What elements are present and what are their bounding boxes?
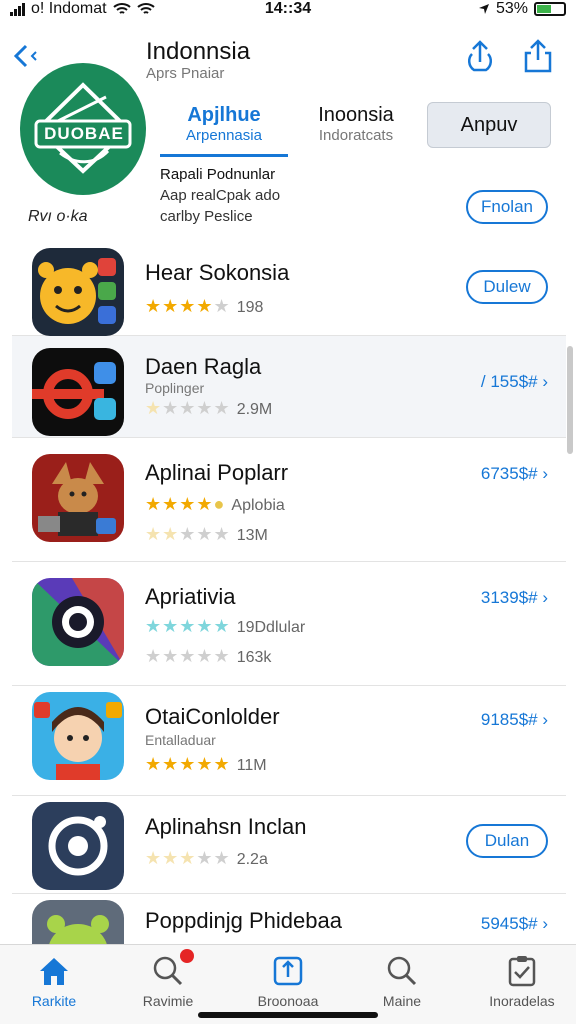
price-link[interactable]: 3139$# › [481,588,548,608]
tabbar-label: Inoradelas [489,993,555,1009]
rating-stars: ★★★★★ 163k [145,646,272,666]
rating-count: 13M [236,527,268,544]
tabbar-label: Broonoaa [257,993,319,1009]
tabbar-label: Ravimie [142,993,194,1009]
get-button[interactable]: Dulan [466,824,548,858]
share-icon [273,956,303,986]
app-logo-text: DUOBAE [44,124,124,143]
rating-stars: ★★★★★ 19Ddlular [145,616,306,636]
app-subtitle: Entalladuar [145,732,216,748]
home-indicator [198,1012,378,1018]
status-bar: o! Indomat 14::34 53% [0,0,576,22]
app-icon [32,802,124,890]
notification-badge [180,949,194,963]
description-line: Rapali Podnunlar [160,166,276,183]
app-subtitle: Poplinger [145,380,205,396]
tabbar-item-ravimie[interactable]: Ravimie [118,949,218,1009]
tab-apps[interactable]: Apjlhue Arpennasia [168,104,280,144]
tabbar-item-rarkite[interactable]: Rarkite [4,953,104,1009]
tab-indonesia[interactable]: Inoonsia Indoratcats [298,104,414,144]
battery-percent: 53% [495,0,528,17]
list-item[interactable]: Apriativia ★★★★★ 19Ddlular ★★★★★ 163k 3139… [12,562,566,686]
app-name: Apriativia [145,584,236,609]
app-list: Hear Sokonsia ★★★★★ 198 Dulew Daen Ragla … [12,236,566,944]
rating-stars: ★★★★★ 13M [145,524,268,544]
app-icon [32,454,124,542]
list-item[interactable]: Aplinahsn Inclan ★★★★★ 2.2a Dulan [12,796,566,894]
rating-stars: ★★★★● Aplobia [145,494,285,514]
section-description: Rapali Podnunlar Aap realCpak ado carlby… [160,164,280,227]
rating-stars: ★★★★★ 198 [145,296,264,316]
rating-stars: ★★★★★ 2.9M [145,398,273,418]
list-item[interactable]: Aplinai Poplarr ★★★★● Aplobia ★★★★★ 13M 67… [12,438,566,562]
wifi-icon [136,3,155,14]
share-icon [468,40,492,72]
rating-count: 2.9M [236,401,273,418]
price-link[interactable]: 9185$# › [481,710,548,730]
rating-count: 2.2a [236,851,268,868]
export-button[interactable] [520,38,556,74]
logo-caption: Rvı o·ka [28,208,88,225]
segment-button[interactable]: Anpuv [427,102,551,148]
app-name: Daen Ragla [145,354,262,379]
rating-count: 163k [236,649,272,666]
app-name: Hear Sokonsia [145,260,290,285]
get-button[interactable]: Dulew [466,270,548,304]
rating-count: 198 [236,299,264,316]
battery-fill [537,5,551,13]
clipboard-icon [508,956,536,987]
app-icon [32,248,124,336]
list-item[interactable]: Daen Ragla Poplinger ★★★★★ 2.9M / 155$# › [12,336,566,438]
follow-button[interactable]: Fnolan [466,190,548,224]
app-icon [32,692,124,780]
tab-sublabel: Arpennasia [186,127,262,144]
carrier-name: o! Indomat [31,0,107,17]
tab-active-indicator [160,154,288,157]
tabbar-item-maine[interactable]: Maine [352,953,452,1009]
tabbar-item-broonoaa[interactable]: Broonoaa [238,953,338,1009]
list-item[interactable]: Poppdinjg Phidebaa 5945$# › [12,894,566,944]
rating-count: 11M [236,757,267,774]
app-name: Aplinai Poplarr [145,460,289,485]
tab-sublabel: Indoratcats [318,127,394,144]
app-name: OtaiConlolder [145,704,280,729]
share-button[interactable] [462,38,498,74]
app-name: Poppdinjg Phidebaa [145,908,342,933]
price-link[interactable]: / 155$# › [481,372,548,392]
price-link[interactable]: 6735$# › [481,464,548,484]
wifi-icon [112,3,131,14]
tab-label: Apjlhue [187,104,261,126]
app-subtitle: 19Ddlular [236,619,306,636]
location-arrow-icon [478,4,489,14]
rating-stars: ★★★★★ 2.2a [145,848,268,868]
search-icon [387,956,417,986]
app-icon [32,348,124,436]
price-link[interactable]: 5945$# › [481,914,548,934]
status-time: 14::34 [264,0,312,17]
rating-stars: ★★★★★ 11M [145,754,267,774]
app-subtitle: Aplobia [231,497,285,514]
app-icon [32,900,124,944]
signal-icon [10,2,25,16]
description-line: carlby Peslice [160,208,253,225]
tab-label: Inoonsia [318,104,394,126]
app-icon [32,578,124,666]
tabbar-item-inoradelas[interactable]: Inoradelas [472,953,572,1009]
tabbar-label: Maine [382,993,422,1009]
battery-icon [534,2,566,16]
tabbar-label: Rarkite [31,993,77,1009]
list-item[interactable]: OtaiConlolder Entalladuar ★★★★★ 11M 9185$… [12,686,566,796]
home-icon [40,958,68,985]
description-line: Aap realCpak ado [160,187,281,204]
app-name: Aplinahsn Inclan [145,814,307,839]
page-title: Indonnsia [146,38,251,65]
upload-icon [524,39,552,73]
scrollbar[interactable] [567,346,573,454]
page-subtitle: Aprs Pnaiar [146,65,225,82]
list-item[interactable]: Hear Sokonsia ★★★★★ 198 Dulew [12,236,566,336]
